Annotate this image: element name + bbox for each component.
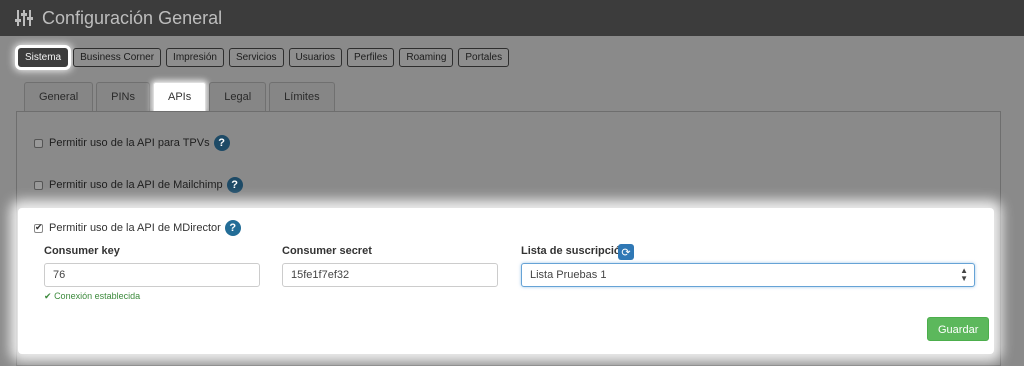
mdirector-api-label: Permitir uso de la API de MDirector: [49, 222, 221, 234]
connection-status-text: Conexión establecida: [54, 291, 141, 301]
subscription-list-value: Lista Pruebas 1: [530, 269, 607, 281]
subscription-list-select[interactable]: Lista Pruebas 1 ▲ ▼: [521, 263, 975, 287]
tpv-api-checkbox[interactable]: [34, 138, 43, 148]
nav-business-corner[interactable]: Business Corner: [73, 48, 162, 67]
page-title: Configuración General: [42, 7, 223, 28]
nav-roaming[interactable]: Roaming: [399, 48, 454, 67]
help-icon[interactable]: ?: [224, 220, 241, 236]
page-header: Configuración General: [0, 0, 1024, 36]
connection-status: ✔ Conexión establecida: [44, 291, 140, 302]
tab-legal[interactable]: Legal: [209, 82, 267, 111]
consumer-key-input[interactable]: 76: [44, 263, 260, 287]
tpv-api-option: Permitir uso de la API para TPVs ?: [34, 135, 230, 151]
refresh-icon[interactable]: ⟳: [618, 244, 634, 260]
select-arrows-icon: ▲ ▼: [960, 266, 968, 283]
mailchimp-api-label: Permitir uso de la API de Mailchimp: [49, 179, 223, 191]
mdirector-api-checkbox[interactable]: [34, 222, 43, 233]
nav-perfiles[interactable]: Perfiles: [347, 48, 395, 67]
settings-tabs: General PINs APIs Legal Límites: [24, 82, 335, 111]
mailchimp-api-checkbox[interactable]: [34, 180, 43, 190]
nav-impresion[interactable]: Impresión: [166, 48, 224, 67]
tab-apis[interactable]: APIs: [152, 82, 207, 111]
tab-limites[interactable]: Límites: [269, 82, 335, 111]
save-button[interactable]: Guardar: [927, 317, 990, 341]
mailchimp-api-option: Permitir uso de la API de Mailchimp ?: [34, 177, 243, 193]
subscription-list-label: Lista de suscripción: [521, 245, 628, 257]
mdirector-api-option: Permitir uso de la API de MDirector ?: [34, 220, 241, 236]
consumer-secret-label: Consumer secret: [282, 245, 372, 257]
consumer-secret-input[interactable]: 15fe1f7ef32: [282, 263, 498, 287]
nav-servicios[interactable]: Servicios: [228, 48, 284, 67]
nav-portales[interactable]: Portales: [458, 48, 510, 67]
sliders-icon: [15, 10, 33, 26]
tab-general[interactable]: General: [24, 82, 94, 111]
help-icon[interactable]: ?: [213, 135, 230, 151]
consumer-key-label: Consumer key: [44, 245, 120, 257]
section-nav: Sistema Business Corner Impresión Servic…: [18, 48, 510, 67]
nav-sistema[interactable]: Sistema: [18, 48, 69, 67]
tab-pins[interactable]: PINs: [96, 82, 150, 111]
check-icon: ✔: [44, 291, 52, 301]
nav-usuarios[interactable]: Usuarios: [288, 48, 342, 67]
help-icon[interactable]: ?: [226, 177, 243, 193]
mdirector-section: Permitir uso de la API de MDirector ? Co…: [18, 208, 994, 354]
tpv-api-label: Permitir uso de la API para TPVs: [49, 137, 210, 149]
